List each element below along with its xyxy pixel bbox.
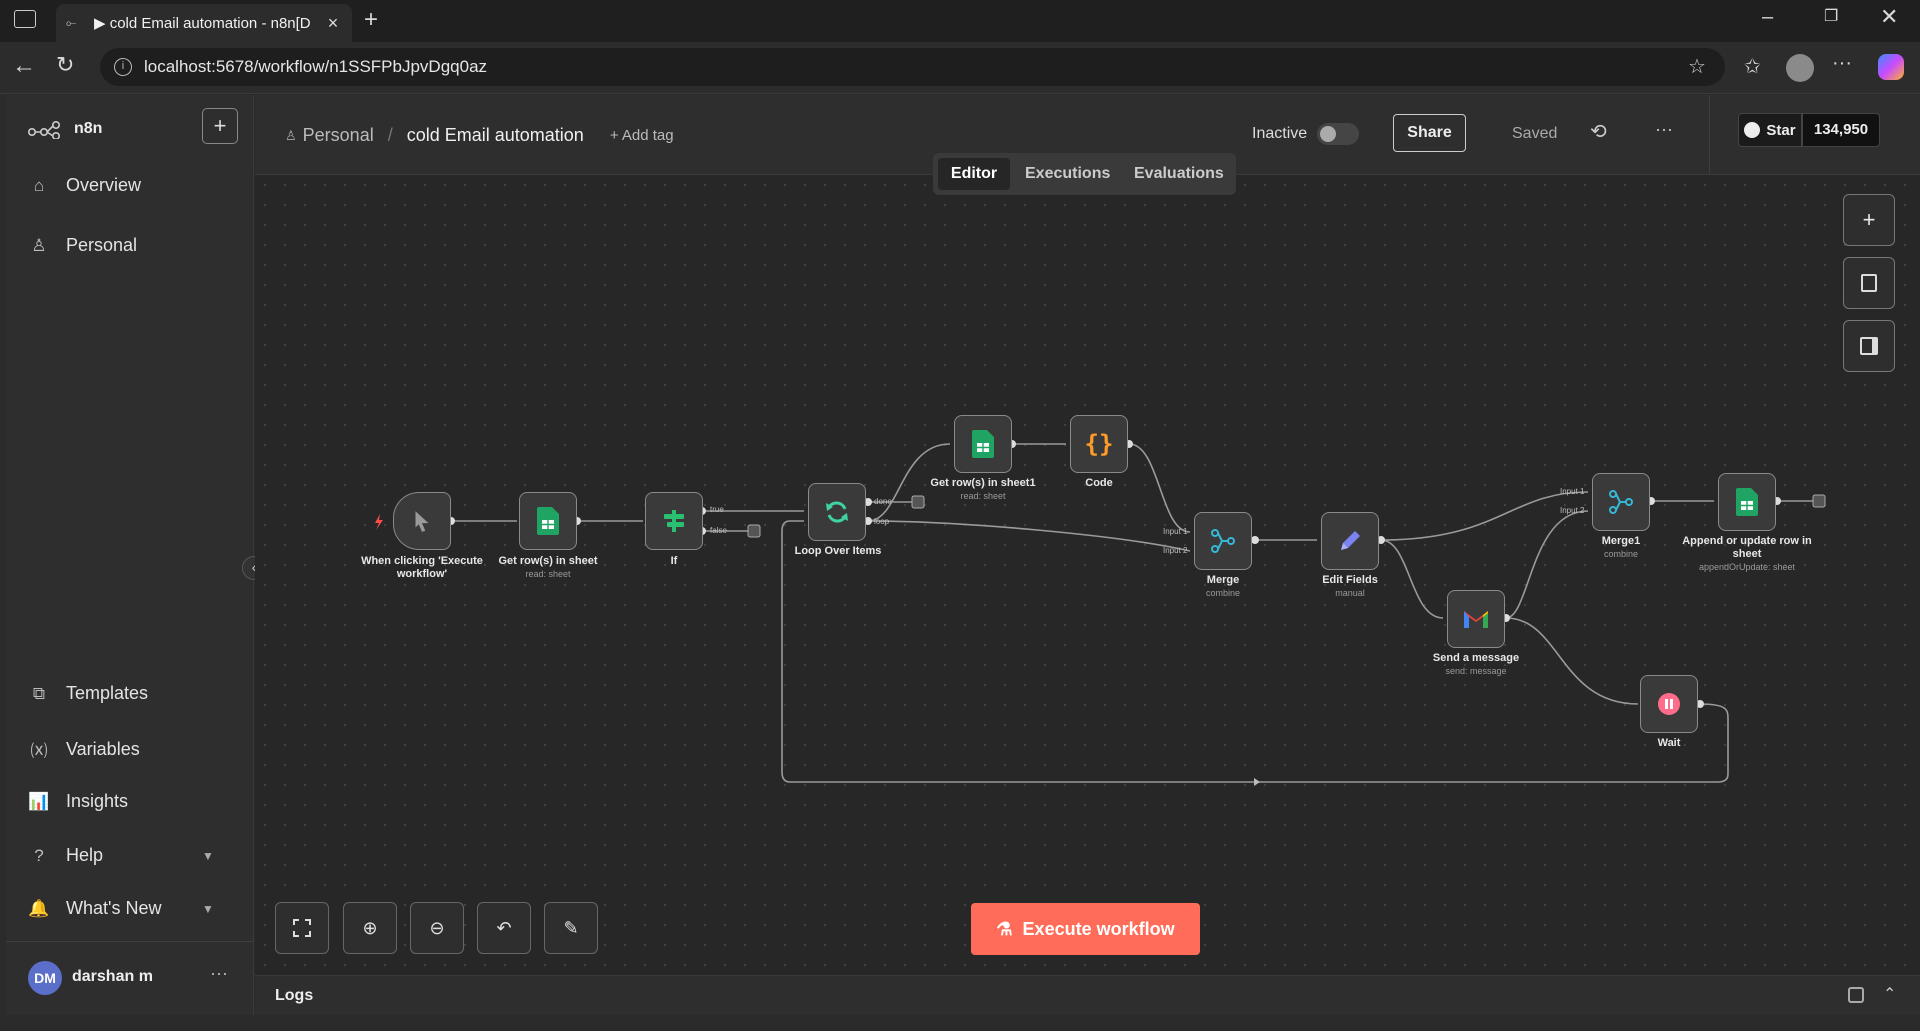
node-subtitle: appendOrUpdate: sheet [1698, 562, 1796, 572]
fit-view-button[interactable] [275, 902, 329, 954]
pop-out-icon[interactable] [1848, 987, 1864, 1003]
code-icon: {} [1084, 430, 1114, 458]
node-edit-fields[interactable] [1321, 512, 1379, 570]
loop-icon [826, 501, 848, 523]
node-label: Loop Over Items [794, 545, 882, 557]
node-label: Append or update row in sheet [1682, 535, 1812, 560]
flask-icon: ⚗ [996, 918, 1013, 939]
node-manual-trigger[interactable] [393, 492, 451, 550]
undo-icon: ↶ [496, 917, 512, 938]
zoom-in-button[interactable]: ⊕ [343, 902, 397, 954]
panel-toggle-button[interactable] [1843, 320, 1895, 372]
gmail-icon [1464, 611, 1488, 628]
port-label-false: false [710, 526, 727, 535]
node-label: Code [1085, 477, 1113, 489]
tidy-up-button[interactable]: ✎ [544, 902, 598, 954]
node-loop-over-items[interactable] [808, 483, 866, 541]
node-merge[interactable] [1194, 512, 1252, 570]
node-label: Wait [1657, 737, 1681, 749]
node-subtitle: combine [1205, 588, 1241, 598]
connection [1505, 510, 1589, 619]
logs-title: Logs [275, 987, 314, 1004]
note-icon [1861, 274, 1877, 292]
cursor-icon [415, 511, 429, 532]
undo-button[interactable]: ↶ [477, 902, 531, 954]
connection [867, 520, 1191, 552]
node-subtitle: manual [1335, 588, 1365, 598]
connection [1380, 491, 1589, 541]
loop-back-connection [781, 520, 1729, 783]
zoom-in-icon: ⊕ [362, 917, 378, 938]
node-code[interactable]: {} [1070, 415, 1128, 473]
node-label: Merge [1206, 574, 1240, 586]
node-get-rows-sheet1[interactable] [954, 415, 1012, 473]
port-label-loop: loop [874, 517, 890, 526]
add-node-port [1812, 494, 1826, 508]
node-label: Merge1 [1601, 535, 1641, 547]
sticky-note-button[interactable] [1843, 257, 1895, 309]
fit-view-icon [293, 919, 311, 937]
chevron-up-icon[interactable]: ⌃ [1883, 984, 1896, 1004]
node-subtitle: read: sheet [525, 569, 571, 579]
node-label: Get row(s) in sheet1 [930, 477, 1036, 489]
port-label-input-2: Input 2 [1560, 506, 1585, 515]
node-label: Get row(s) in sheet [498, 555, 598, 567]
port-label-done: done [874, 497, 892, 506]
node-label: Edit Fields [1322, 574, 1378, 586]
merge-icon [1211, 529, 1235, 553]
node-send-message[interactable] [1447, 590, 1505, 648]
execute-workflow-label: Execute workflow [1022, 918, 1175, 939]
if-icon [664, 510, 684, 532]
node-label: Send a message [1432, 652, 1520, 664]
port-label-true: true [710, 505, 724, 514]
node-label: If [670, 555, 678, 567]
pencil-icon [1341, 531, 1360, 550]
pause-icon [1658, 693, 1680, 715]
execute-workflow-button[interactable]: ⚗ Execute workflow [971, 903, 1200, 955]
node-wait[interactable] [1640, 675, 1698, 733]
panel-icon [1860, 337, 1878, 355]
node-get-rows-sheet[interactable] [519, 492, 577, 550]
google-sheets-icon [1736, 488, 1758, 516]
port-label-input-2: Input 2 [1163, 546, 1188, 555]
broom-icon: ✎ [563, 917, 579, 938]
node-label: When clicking 'Execute workflow' [361, 555, 483, 580]
node-append-update-sheet[interactable] [1718, 473, 1776, 531]
loop-arrow [1254, 778, 1260, 786]
add-node-button[interactable]: + [1843, 194, 1895, 246]
port-label-input-1: Input 1 [1163, 527, 1188, 536]
merge-icon [1609, 490, 1633, 514]
google-sheets-icon [972, 430, 994, 458]
google-sheets-icon [537, 507, 559, 535]
node-subtitle: read: sheet [960, 491, 1006, 501]
trigger-bolt-icon [375, 514, 383, 530]
port-label-input-1: Input 1 [1560, 487, 1585, 496]
node-merge1[interactable] [1592, 473, 1650, 531]
logs-panel[interactable]: Logs ⌃ [255, 975, 1920, 1015]
node-subtitle: combine [1603, 549, 1639, 559]
add-node-port [747, 524, 761, 538]
zoom-out-button[interactable]: ⊖ [410, 902, 464, 954]
zoom-out-icon: ⊖ [429, 917, 445, 938]
node-if[interactable] [645, 492, 703, 550]
node-subtitle: send: message [1445, 666, 1507, 676]
